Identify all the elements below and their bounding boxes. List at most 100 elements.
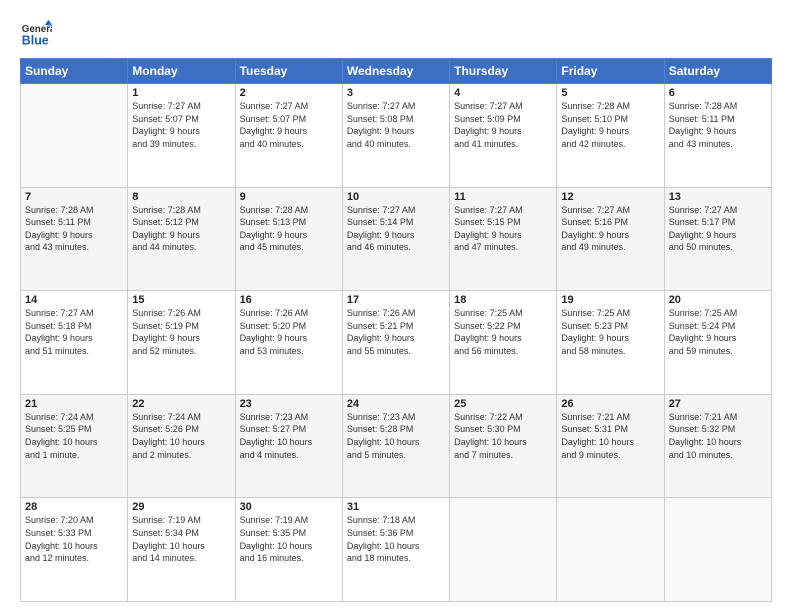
calendar-cell: 14Sunrise: 7:27 AM Sunset: 5:18 PM Dayli… — [21, 291, 128, 395]
day-number: 24 — [347, 398, 445, 410]
day-info: Sunrise: 7:27 AM Sunset: 5:17 PM Dayligh… — [669, 204, 767, 254]
calendar-cell: 13Sunrise: 7:27 AM Sunset: 5:17 PM Dayli… — [664, 187, 771, 291]
day-number: 23 — [240, 398, 338, 410]
day-number: 8 — [132, 191, 230, 203]
day-number: 19 — [561, 294, 659, 306]
day-info: Sunrise: 7:23 AM Sunset: 5:27 PM Dayligh… — [240, 411, 338, 461]
day-info: Sunrise: 7:27 AM Sunset: 5:18 PM Dayligh… — [25, 307, 123, 357]
calendar-week-row: 1Sunrise: 7:27 AM Sunset: 5:07 PM Daylig… — [21, 84, 772, 188]
calendar-cell: 1Sunrise: 7:27 AM Sunset: 5:07 PM Daylig… — [128, 84, 235, 188]
calendar-cell: 6Sunrise: 7:28 AM Sunset: 5:11 PM Daylig… — [664, 84, 771, 188]
page: General Blue SundayMondayTuesdayWednesda… — [0, 0, 792, 612]
day-number: 20 — [669, 294, 767, 306]
day-info: Sunrise: 7:28 AM Sunset: 5:10 PM Dayligh… — [561, 100, 659, 150]
day-number: 11 — [454, 191, 552, 203]
day-info: Sunrise: 7:25 AM Sunset: 5:22 PM Dayligh… — [454, 307, 552, 357]
calendar-table: SundayMondayTuesdayWednesdayThursdayFrid… — [20, 58, 772, 602]
day-info: Sunrise: 7:20 AM Sunset: 5:33 PM Dayligh… — [25, 514, 123, 564]
day-info: Sunrise: 7:24 AM Sunset: 5:25 PM Dayligh… — [25, 411, 123, 461]
calendar-cell: 2Sunrise: 7:27 AM Sunset: 5:07 PM Daylig… — [235, 84, 342, 188]
day-number: 15 — [132, 294, 230, 306]
day-number: 4 — [454, 87, 552, 99]
calendar-cell — [21, 84, 128, 188]
calendar-cell: 4Sunrise: 7:27 AM Sunset: 5:09 PM Daylig… — [450, 84, 557, 188]
day-info: Sunrise: 7:26 AM Sunset: 5:19 PM Dayligh… — [132, 307, 230, 357]
day-info: Sunrise: 7:28 AM Sunset: 5:11 PM Dayligh… — [669, 100, 767, 150]
day-info: Sunrise: 7:19 AM Sunset: 5:34 PM Dayligh… — [132, 514, 230, 564]
calendar-cell: 20Sunrise: 7:25 AM Sunset: 5:24 PM Dayli… — [664, 291, 771, 395]
day-number: 25 — [454, 398, 552, 410]
calendar-week-row: 21Sunrise: 7:24 AM Sunset: 5:25 PM Dayli… — [21, 394, 772, 498]
svg-text:Blue: Blue — [22, 34, 49, 48]
weekday-header-tuesday: Tuesday — [235, 59, 342, 84]
weekday-header-thursday: Thursday — [450, 59, 557, 84]
day-number: 22 — [132, 398, 230, 410]
calendar-cell: 15Sunrise: 7:26 AM Sunset: 5:19 PM Dayli… — [128, 291, 235, 395]
calendar-cell: 26Sunrise: 7:21 AM Sunset: 5:31 PM Dayli… — [557, 394, 664, 498]
day-info: Sunrise: 7:27 AM Sunset: 5:08 PM Dayligh… — [347, 100, 445, 150]
day-number: 14 — [25, 294, 123, 306]
calendar-cell: 16Sunrise: 7:26 AM Sunset: 5:20 PM Dayli… — [235, 291, 342, 395]
day-info: Sunrise: 7:26 AM Sunset: 5:20 PM Dayligh… — [240, 307, 338, 357]
day-number: 18 — [454, 294, 552, 306]
header: General Blue — [20, 18, 772, 50]
calendar-cell: 28Sunrise: 7:20 AM Sunset: 5:33 PM Dayli… — [21, 498, 128, 602]
day-info: Sunrise: 7:28 AM Sunset: 5:13 PM Dayligh… — [240, 204, 338, 254]
calendar-cell: 8Sunrise: 7:28 AM Sunset: 5:12 PM Daylig… — [128, 187, 235, 291]
calendar-cell: 5Sunrise: 7:28 AM Sunset: 5:10 PM Daylig… — [557, 84, 664, 188]
calendar-cell — [450, 498, 557, 602]
calendar-cell: 21Sunrise: 7:24 AM Sunset: 5:25 PM Dayli… — [21, 394, 128, 498]
day-info: Sunrise: 7:26 AM Sunset: 5:21 PM Dayligh… — [347, 307, 445, 357]
day-info: Sunrise: 7:24 AM Sunset: 5:26 PM Dayligh… — [132, 411, 230, 461]
calendar-cell: 7Sunrise: 7:28 AM Sunset: 5:11 PM Daylig… — [21, 187, 128, 291]
logo: General Blue — [20, 18, 52, 50]
day-number: 30 — [240, 501, 338, 513]
day-info: Sunrise: 7:27 AM Sunset: 5:15 PM Dayligh… — [454, 204, 552, 254]
day-info: Sunrise: 7:27 AM Sunset: 5:09 PM Dayligh… — [454, 100, 552, 150]
day-info: Sunrise: 7:19 AM Sunset: 5:35 PM Dayligh… — [240, 514, 338, 564]
weekday-header-row: SundayMondayTuesdayWednesdayThursdayFrid… — [21, 59, 772, 84]
day-info: Sunrise: 7:21 AM Sunset: 5:31 PM Dayligh… — [561, 411, 659, 461]
day-number: 21 — [25, 398, 123, 410]
day-info: Sunrise: 7:28 AM Sunset: 5:12 PM Dayligh… — [132, 204, 230, 254]
calendar-cell: 12Sunrise: 7:27 AM Sunset: 5:16 PM Dayli… — [557, 187, 664, 291]
day-info: Sunrise: 7:22 AM Sunset: 5:30 PM Dayligh… — [454, 411, 552, 461]
calendar-cell: 27Sunrise: 7:21 AM Sunset: 5:32 PM Dayli… — [664, 394, 771, 498]
day-number: 16 — [240, 294, 338, 306]
calendar-cell — [664, 498, 771, 602]
day-number: 10 — [347, 191, 445, 203]
weekday-header-monday: Monday — [128, 59, 235, 84]
day-number: 29 — [132, 501, 230, 513]
calendar-cell: 22Sunrise: 7:24 AM Sunset: 5:26 PM Dayli… — [128, 394, 235, 498]
weekday-header-saturday: Saturday — [664, 59, 771, 84]
calendar-cell: 23Sunrise: 7:23 AM Sunset: 5:27 PM Dayli… — [235, 394, 342, 498]
weekday-header-friday: Friday — [557, 59, 664, 84]
day-info: Sunrise: 7:28 AM Sunset: 5:11 PM Dayligh… — [25, 204, 123, 254]
day-info: Sunrise: 7:18 AM Sunset: 5:36 PM Dayligh… — [347, 514, 445, 564]
calendar-cell: 30Sunrise: 7:19 AM Sunset: 5:35 PM Dayli… — [235, 498, 342, 602]
calendar-cell: 10Sunrise: 7:27 AM Sunset: 5:14 PM Dayli… — [342, 187, 449, 291]
day-number: 28 — [25, 501, 123, 513]
calendar-cell: 31Sunrise: 7:18 AM Sunset: 5:36 PM Dayli… — [342, 498, 449, 602]
day-info: Sunrise: 7:25 AM Sunset: 5:24 PM Dayligh… — [669, 307, 767, 357]
day-info: Sunrise: 7:27 AM Sunset: 5:16 PM Dayligh… — [561, 204, 659, 254]
calendar-cell — [557, 498, 664, 602]
day-info: Sunrise: 7:27 AM Sunset: 5:07 PM Dayligh… — [240, 100, 338, 150]
day-number: 26 — [561, 398, 659, 410]
day-number: 5 — [561, 87, 659, 99]
day-number: 17 — [347, 294, 445, 306]
calendar-cell: 11Sunrise: 7:27 AM Sunset: 5:15 PM Dayli… — [450, 187, 557, 291]
calendar-cell: 29Sunrise: 7:19 AM Sunset: 5:34 PM Dayli… — [128, 498, 235, 602]
day-info: Sunrise: 7:23 AM Sunset: 5:28 PM Dayligh… — [347, 411, 445, 461]
day-info: Sunrise: 7:27 AM Sunset: 5:07 PM Dayligh… — [132, 100, 230, 150]
day-number: 1 — [132, 87, 230, 99]
day-number: 3 — [347, 87, 445, 99]
day-number: 7 — [25, 191, 123, 203]
calendar-cell: 19Sunrise: 7:25 AM Sunset: 5:23 PM Dayli… — [557, 291, 664, 395]
day-number: 9 — [240, 191, 338, 203]
logo-icon: General Blue — [20, 18, 52, 50]
day-number: 27 — [669, 398, 767, 410]
day-number: 12 — [561, 191, 659, 203]
weekday-header-sunday: Sunday — [21, 59, 128, 84]
day-number: 6 — [669, 87, 767, 99]
